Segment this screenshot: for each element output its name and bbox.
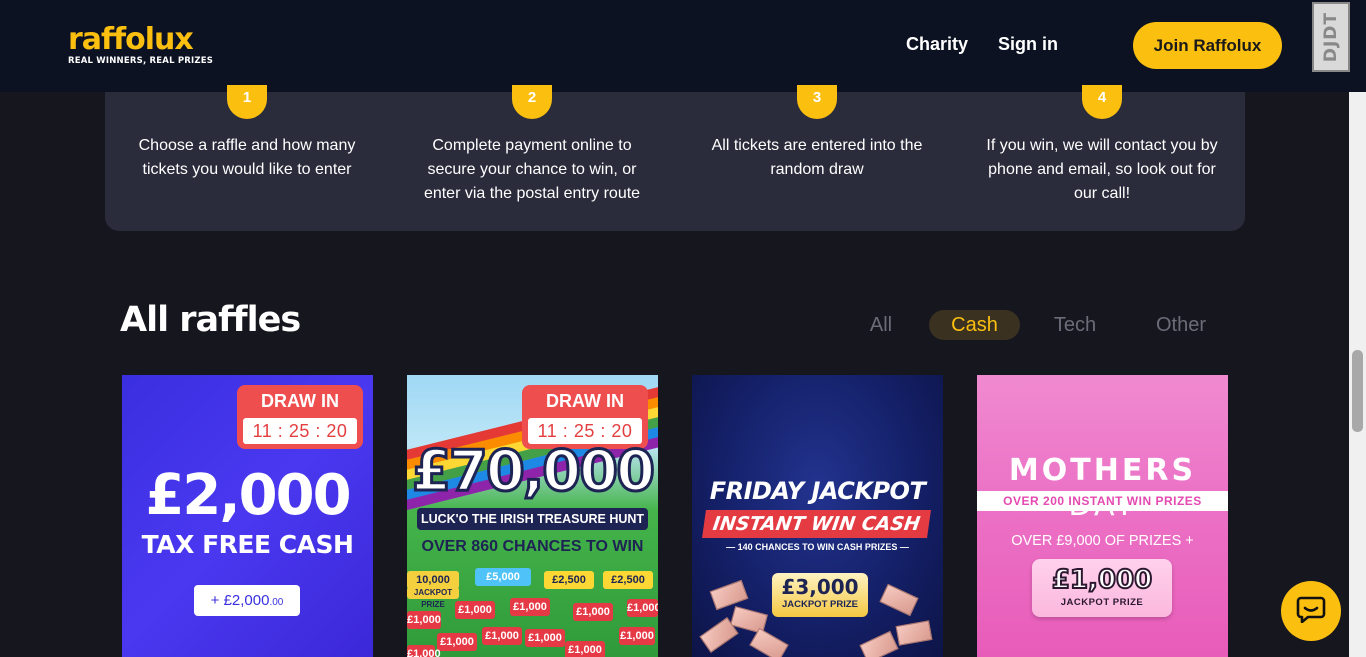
- instant-win-banner: INSTANT WIN CASH: [702, 510, 931, 538]
- prize-ticket: £1,000: [627, 599, 658, 617]
- prize-ticket: £1,000: [573, 603, 613, 621]
- site-header: raffolux REAL WINNERS, REAL PRIZES Chari…: [0, 0, 1366, 92]
- filter-tab-other[interactable]: Other: [1145, 310, 1217, 340]
- prize-ticket: £1,000: [437, 633, 477, 651]
- filter-tab-tech[interactable]: Tech: [1044, 310, 1106, 340]
- banknote-image: [895, 620, 933, 646]
- draw-in-label: DRAW IN: [546, 391, 624, 411]
- all-raffles-heading: All raffles: [120, 300, 301, 340]
- banknote-image: [749, 627, 789, 657]
- draw-countdown-badge: DRAW IN 11 : 25 : 20: [237, 385, 363, 449]
- chances-text: — 140 CHANCES TO WIN CASH PRIZES —: [726, 542, 909, 552]
- step-text-2: Complete payment online to secure your c…: [423, 137, 641, 202]
- prize-ticket: £1,000: [565, 641, 605, 657]
- pill-prefix: +: [210, 592, 224, 609]
- jackpot-label: JACKPOT PRIZE: [781, 599, 858, 610]
- live-chat-button[interactable]: [1281, 581, 1341, 641]
- prizes-subtitle: OVER £9,000 OF PRIZES +: [1011, 533, 1194, 549]
- debug-toolbar-label: DJDT: [1321, 11, 1341, 63]
- join-raffolux-button[interactable]: Join Raffolux: [1133, 22, 1282, 69]
- prize-ticket-label: JACKPOT PRIZE: [407, 587, 459, 609]
- raffle-card-mothers-day[interactable]: MOTHERS DAY OVER 200 INSTANT WIN PRIZES …: [977, 375, 1228, 657]
- countdown-timer: 11 : 25 : 20: [243, 418, 357, 444]
- chances-text: OVER 860 CHANCES TO WIN: [421, 538, 644, 555]
- logo-tagline: REAL WINNERS, REAL PRIZES: [68, 56, 214, 66]
- filter-tab-all[interactable]: All: [858, 310, 904, 340]
- prize-ticket: £2,500: [544, 571, 594, 589]
- prize-ticket: £1,000: [525, 629, 565, 647]
- raffle-card-70000-irish[interactable]: DRAW IN 11 : 25 : 20 £70,000 LUCK'O THE …: [407, 375, 658, 657]
- prize-amount: £2,000: [145, 463, 351, 528]
- raffle-card-friday-jackpot[interactable]: FRIDAY JACKPOT INSTANT WIN CASH — 140 CH…: [692, 375, 943, 657]
- scrollbar-thumb[interactable]: [1352, 350, 1363, 432]
- banknote-image: [879, 583, 919, 617]
- jackpot-amount: £3,000: [781, 575, 859, 599]
- step-text-1: Choose a raffle and how many tickets you…: [138, 137, 356, 178]
- jackpot-prize-tag: £1,000 JACKPOT PRIZE: [1032, 559, 1172, 617]
- prize-subtitle: TAX FREE CASH: [141, 530, 354, 559]
- nav-sign-in-link[interactable]: Sign in: [998, 34, 1058, 55]
- prize-amount: £70,000: [410, 438, 656, 506]
- step-text-3: All tickets are entered into the random …: [711, 137, 923, 178]
- jackpot-prize-tag: £3,000 JACKPOT PRIZE: [772, 573, 868, 617]
- cash-alternative-pill: + £2,000.00: [194, 585, 300, 616]
- chat-bubble-icon: [1296, 595, 1326, 628]
- jackpot-amount: £1,000: [1051, 564, 1153, 596]
- prize-ticket: £1,000: [407, 611, 441, 629]
- nav-charity-link[interactable]: Charity: [906, 34, 968, 55]
- pill-value: £2,000: [223, 592, 270, 609]
- jackpot-label: JACKPOT PRIZE: [1060, 597, 1144, 608]
- banknote-image: [709, 579, 749, 611]
- card-title: MOTHERS DAY: [977, 453, 1228, 523]
- prize-ticket: £1,000: [619, 627, 655, 645]
- raffle-banner: LUCK'O THE IRISH TREASURE HUNT: [417, 508, 648, 530]
- title-bold: MOTHERS: [1008, 453, 1197, 488]
- prize-ticket: £1,000: [482, 627, 522, 645]
- pill-pence: .00: [269, 597, 284, 608]
- logo-wordmark: raffolux: [68, 22, 194, 57]
- draw-in-label: DRAW IN: [261, 391, 339, 411]
- prize-ticket: £5,000: [475, 568, 531, 586]
- instant-win-bar: OVER 200 INSTANT WIN PRIZES: [977, 491, 1228, 511]
- prize-ticket: £2,500: [603, 571, 653, 589]
- prize-ticket: £1,000: [455, 601, 495, 619]
- raffle-card-2000-cash[interactable]: DRAW IN 11 : 25 : 20 £2,000 TAX FREE CAS…: [122, 375, 373, 657]
- debug-toolbar-toggle[interactable]: DJDT: [1312, 2, 1350, 72]
- banknote-image: [859, 630, 899, 657]
- prize-ticket: £1,000: [407, 645, 441, 657]
- filter-tab-cash[interactable]: Cash: [929, 310, 1020, 340]
- step-text-4: If you win, we will contact you by phone…: [986, 137, 1218, 202]
- prize-ticket: £1,000: [510, 598, 550, 616]
- card-title: FRIDAY JACKPOT: [709, 477, 926, 505]
- raffolux-logo[interactable]: raffolux REAL WINNERS, REAL PRIZES: [68, 22, 214, 67]
